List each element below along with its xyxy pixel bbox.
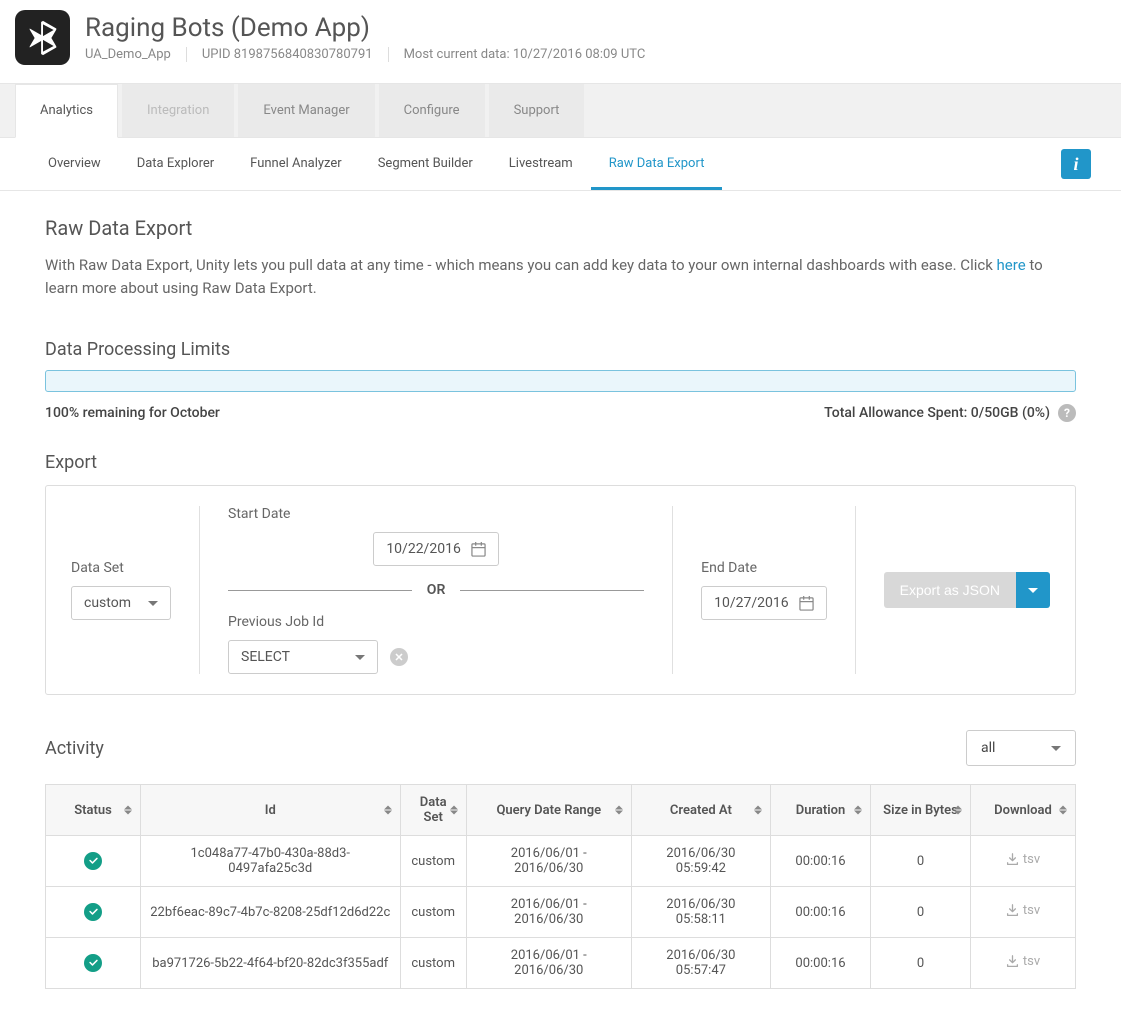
app-icon bbox=[15, 10, 70, 65]
tab-event-manager[interactable]: Event Manager bbox=[238, 84, 374, 137]
col-data-set[interactable]: Data Set bbox=[400, 785, 466, 836]
limits-title: Data Processing Limits bbox=[45, 339, 1076, 360]
caret-down-icon bbox=[1051, 746, 1061, 751]
table-row: 22bf6eac-89c7-4b7c-8208-25df12d6d22c cus… bbox=[46, 887, 1076, 938]
data-set-select[interactable]: custom bbox=[71, 586, 171, 620]
cell-range: 2016/06/01 - 2016/06/30 bbox=[466, 938, 631, 989]
data-set-label: Data Set bbox=[71, 560, 171, 576]
page-header: Raging Bots (Demo App) UA_Demo_App UPID … bbox=[0, 0, 1121, 75]
caret-down-icon bbox=[148, 601, 158, 606]
cell-duration: 00:00:16 bbox=[771, 938, 871, 989]
export-title: Export bbox=[45, 452, 1076, 473]
export-panel: Data Set custom Start Date 10/22/2016 bbox=[45, 485, 1076, 695]
subtab-livestream[interactable]: Livestream bbox=[491, 138, 591, 190]
download-tsv-link[interactable]: tsv bbox=[1006, 852, 1040, 867]
cell-data-set: custom bbox=[400, 887, 466, 938]
limits-progress-bar bbox=[45, 370, 1076, 392]
learn-more-link[interactable]: here bbox=[997, 256, 1026, 274]
cell-duration: 00:00:16 bbox=[771, 887, 871, 938]
sub-tabs: Overview Data Explorer Funnel Analyzer S… bbox=[0, 138, 1121, 191]
status-success-icon bbox=[84, 852, 102, 870]
limits-remaining: 100% remaining for October bbox=[45, 405, 220, 421]
subtab-segment-builder[interactable]: Segment Builder bbox=[360, 138, 491, 190]
info-icon[interactable]: i bbox=[1061, 149, 1091, 179]
col-status[interactable]: Status bbox=[46, 785, 141, 836]
end-date-input[interactable]: 10/27/2016 bbox=[701, 586, 827, 620]
clear-prev-job-icon[interactable]: ✕ bbox=[390, 648, 408, 666]
cell-created: 2016/06/30 05:58:11 bbox=[631, 887, 770, 938]
cell-duration: 00:00:16 bbox=[771, 836, 871, 887]
activity-filter-select[interactable]: all bbox=[966, 730, 1076, 766]
subtab-data-explorer[interactable]: Data Explorer bbox=[119, 138, 232, 190]
cell-created: 2016/06/30 05:57:47 bbox=[631, 938, 770, 989]
current-data: Most current data: 10/27/2016 08:09 UTC bbox=[404, 47, 661, 62]
prev-job-label: Previous Job Id bbox=[228, 614, 644, 630]
subtab-overview[interactable]: Overview bbox=[30, 138, 119, 190]
upid: UPID 8198756840830780791 bbox=[202, 47, 389, 62]
cell-size: 0 bbox=[871, 836, 971, 887]
caret-down-icon bbox=[1028, 588, 1038, 593]
col-download[interactable]: Download bbox=[971, 785, 1076, 836]
cell-id: ba971726-5b22-4f64-bf20-82dc3f355adf bbox=[141, 938, 401, 989]
app-name: UA_Demo_App bbox=[85, 47, 187, 62]
help-icon[interactable]: ? bbox=[1058, 404, 1076, 422]
download-tsv-link[interactable]: tsv bbox=[1006, 903, 1040, 918]
col-query-range[interactable]: Query Date Range bbox=[466, 785, 631, 836]
cell-data-set: custom bbox=[400, 836, 466, 887]
start-date-label: Start Date bbox=[228, 506, 644, 522]
cell-size: 0 bbox=[871, 938, 971, 989]
export-json-button[interactable]: Export as JSON bbox=[884, 572, 1016, 608]
col-duration[interactable]: Duration bbox=[771, 785, 871, 836]
cell-range: 2016/06/01 - 2016/06/30 bbox=[466, 836, 631, 887]
subtab-raw-data-export[interactable]: Raw Data Export bbox=[591, 138, 723, 190]
cell-range: 2016/06/01 - 2016/06/30 bbox=[466, 887, 631, 938]
download-icon bbox=[1006, 955, 1019, 968]
status-success-icon bbox=[84, 954, 102, 972]
table-row: 1c048a77-47b0-430a-88d3-0497afa25c3d cus… bbox=[46, 836, 1076, 887]
tab-integration[interactable]: Integration bbox=[122, 84, 234, 137]
subtab-funnel-analyzer[interactable]: Funnel Analyzer bbox=[232, 138, 360, 190]
or-divider: OR bbox=[427, 582, 446, 598]
header-meta: UA_Demo_App UPID 8198756840830780791 Mos… bbox=[85, 47, 660, 62]
export-format-dropdown[interactable] bbox=[1016, 572, 1050, 608]
cell-id: 22bf6eac-89c7-4b7c-8208-25df12d6d22c bbox=[141, 887, 401, 938]
tab-support[interactable]: Support bbox=[489, 84, 585, 137]
app-title: Raging Bots (Demo App) bbox=[85, 13, 660, 43]
calendar-icon bbox=[799, 596, 814, 611]
download-tsv-link[interactable]: tsv bbox=[1006, 954, 1040, 969]
caret-down-icon bbox=[355, 655, 365, 660]
col-created-at[interactable]: Created At bbox=[631, 785, 770, 836]
limits-allowance: Total Allowance Spent: 0/50GB (0%) bbox=[824, 405, 1050, 421]
cell-created: 2016/06/30 05:59:42 bbox=[631, 836, 770, 887]
tab-analytics[interactable]: Analytics bbox=[15, 84, 118, 138]
download-icon bbox=[1006, 853, 1019, 866]
tab-configure[interactable]: Configure bbox=[379, 84, 485, 137]
col-id[interactable]: Id bbox=[141, 785, 401, 836]
end-date-label: End Date bbox=[701, 560, 827, 576]
start-date-input[interactable]: 10/22/2016 bbox=[373, 532, 499, 566]
table-row: ba971726-5b22-4f64-bf20-82dc3f355adf cus… bbox=[46, 938, 1076, 989]
main-tabs: Analytics Integration Event Manager Conf… bbox=[0, 83, 1121, 138]
cell-id: 1c048a77-47b0-430a-88d3-0497afa25c3d bbox=[141, 836, 401, 887]
calendar-icon bbox=[471, 542, 486, 557]
cell-data-set: custom bbox=[400, 938, 466, 989]
activity-table: Status Id Data Set Query Date Range Crea… bbox=[45, 784, 1076, 989]
rde-title: Raw Data Export bbox=[45, 216, 1076, 240]
rde-description: With Raw Data Export, Unity lets you pul… bbox=[45, 254, 1076, 299]
prev-job-select[interactable]: SELECT bbox=[228, 640, 378, 674]
status-success-icon bbox=[84, 903, 102, 921]
col-size[interactable]: Size in Bytes bbox=[871, 785, 971, 836]
activity-title: Activity bbox=[45, 738, 104, 759]
cell-size: 0 bbox=[871, 887, 971, 938]
